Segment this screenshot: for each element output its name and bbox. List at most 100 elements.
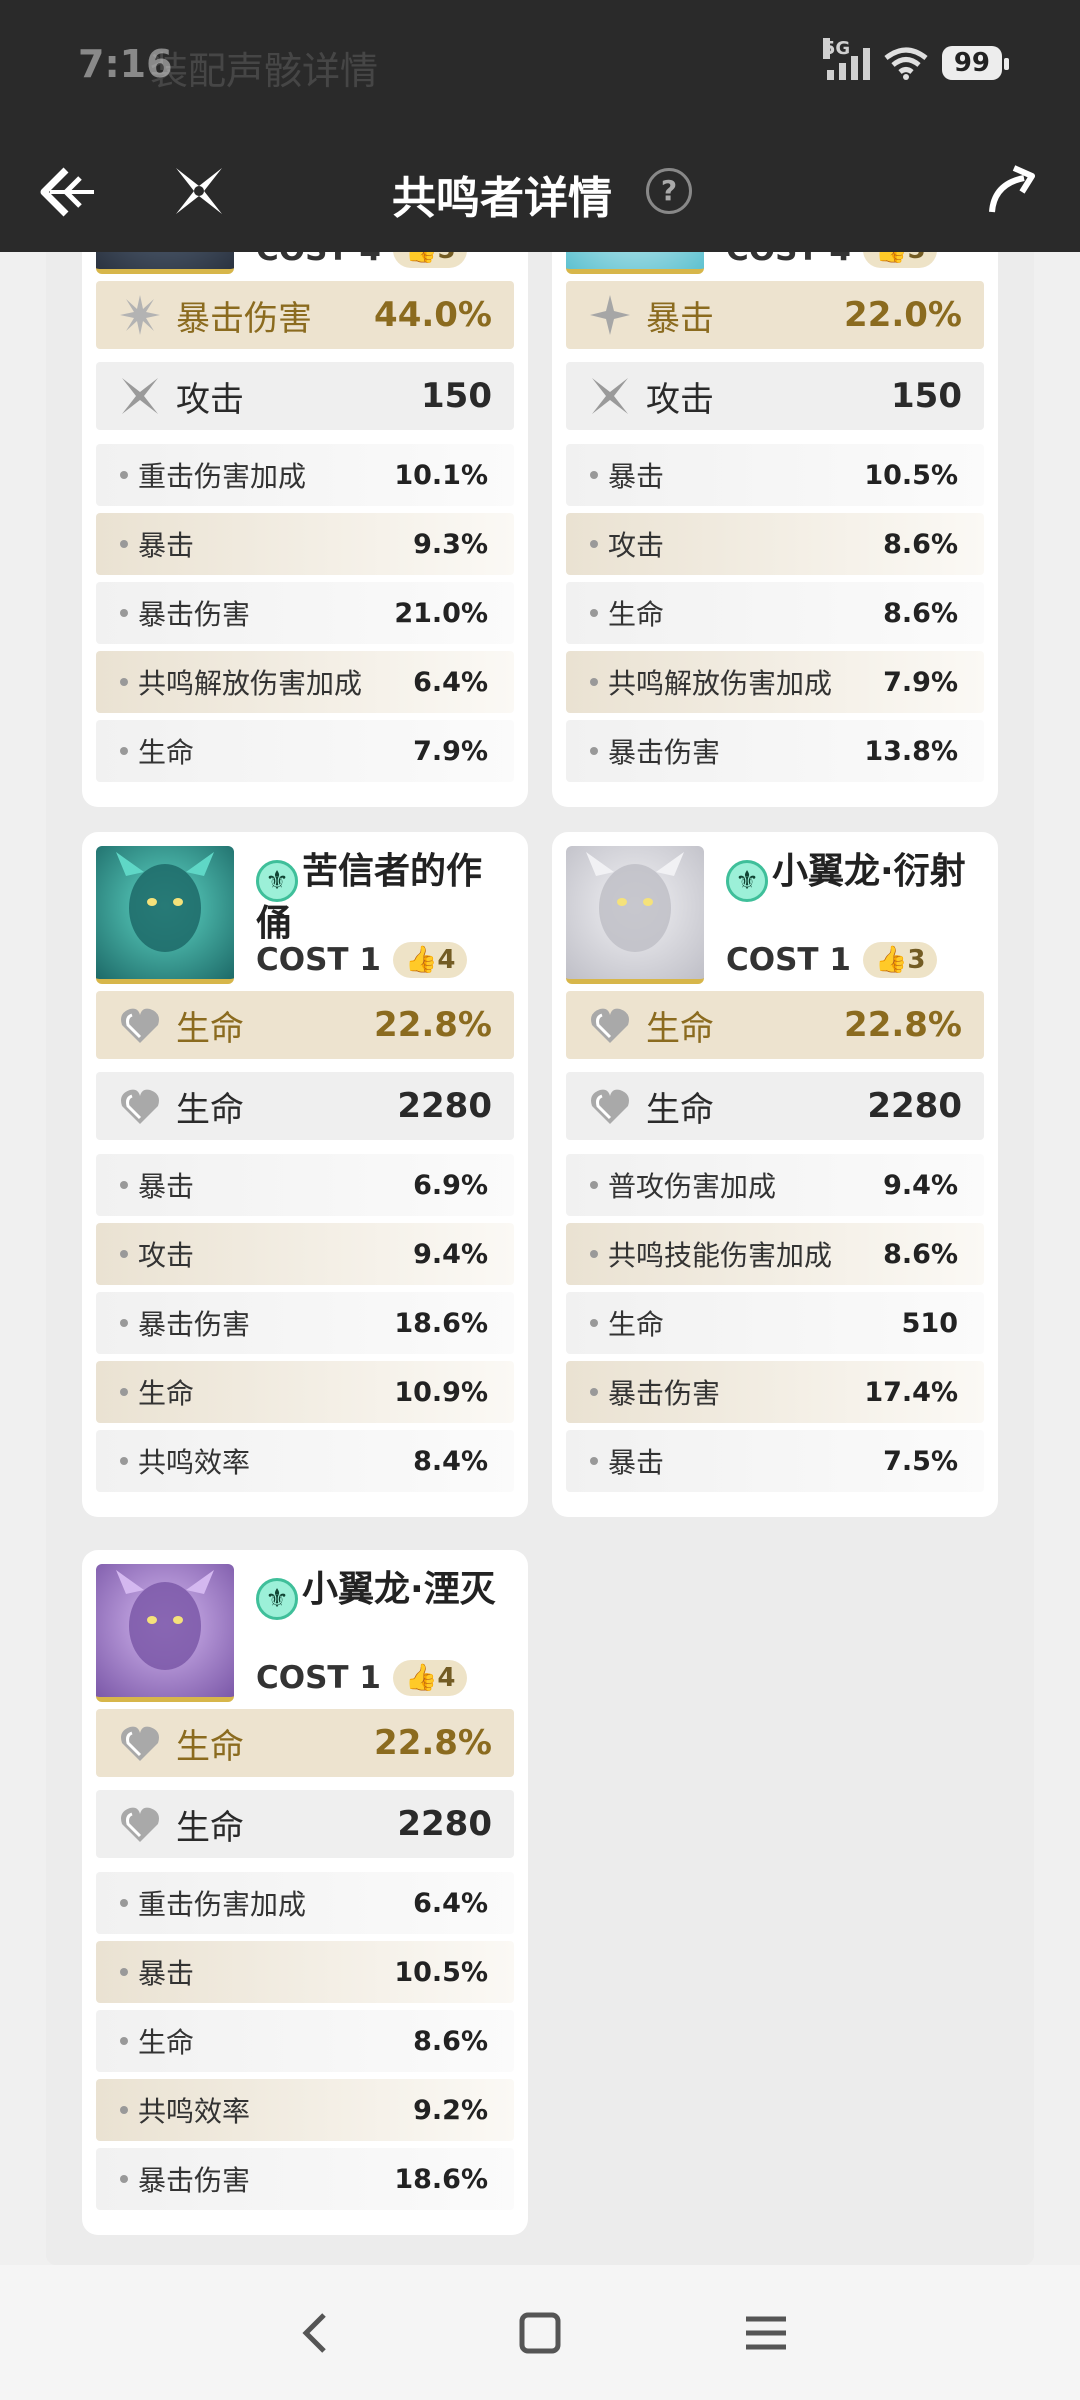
app-header: 7:16 装配声骸详情 5G 99 共鸣者详情 ? xyxy=(0,0,1080,252)
main-stat-value: 22.8% xyxy=(844,1005,962,1045)
sonata-set-icon: ⚜ xyxy=(256,860,298,902)
echo-cost: COST 1 xyxy=(256,942,381,978)
sub-stat-row: 暴击 10.5% xyxy=(96,1941,514,2003)
tune-icon: 👍 xyxy=(404,1663,438,1693)
sub-stat-value: 10.5% xyxy=(394,1956,488,1988)
hp-icon xyxy=(118,1721,162,1765)
secondary-stat-value: 2280 xyxy=(397,1086,492,1126)
secondary-stat-value: 2280 xyxy=(397,1804,492,1844)
echo-card[interactable]: ⚜ 苦信者的作俑 COST 1 👍4 生命 22.8% 生命 2280 暴击 6.9% 攻击 9.4%… xyxy=(82,832,528,1517)
sub-stat-row: 重击伤害加成 6.4% xyxy=(96,1872,514,1934)
game-logo-button[interactable] xyxy=(166,158,232,224)
page-title: 共鸣者详情 xyxy=(392,173,612,224)
sub-stat-value: 18.6% xyxy=(394,1307,488,1339)
sub-stat-row: 攻击 8.6% xyxy=(566,513,984,575)
tune-level-badge: 👍4 xyxy=(392,1660,468,1696)
cell-signal-icon: 5G xyxy=(822,38,870,80)
bullet-dot xyxy=(120,678,128,686)
sonata-set-icon: ⚜ xyxy=(726,860,768,902)
sub-stat-row: 共鸣技能伤害加成 8.6% xyxy=(566,1223,984,1285)
sub-stat-label: 生命 xyxy=(138,736,195,769)
bullet-dot xyxy=(590,1388,598,1396)
sub-stat-row: 暴击 7.5% xyxy=(566,1430,984,1492)
secondary-stat: 生命 2280 xyxy=(566,1072,984,1140)
echo-card[interactable]: ⚜ 小翼龙·衍射 COST 1 👍3 生命 22.8% 生命 2280 普攻伤害加成 9.4% 共鸣… xyxy=(552,832,998,1517)
sub-stat-label: 生命 xyxy=(608,1308,665,1341)
bullet-dot xyxy=(590,1250,598,1258)
share-button[interactable] xyxy=(984,162,1040,218)
nav-back-button[interactable] xyxy=(286,2303,346,2363)
main-stat-label: 生命 xyxy=(176,1726,244,1767)
echo-cost-row: COST 1 👍4 xyxy=(256,1660,468,1696)
network-type: 5G xyxy=(822,38,851,59)
sub-stat-label: 暴击 xyxy=(138,529,195,562)
main-stat-label: 生命 xyxy=(646,1008,714,1049)
sub-stat-value: 7.5% xyxy=(883,1445,958,1477)
sub-stat-row: 共鸣解放伤害加成 6.4% xyxy=(96,651,514,713)
sub-stat-row: 暴击伤害 17.4% xyxy=(566,1361,984,1423)
ghost-page-title: 装配声骸详情 xyxy=(150,49,379,93)
bullet-dot xyxy=(590,540,598,548)
sub-stat-row: 暴击 6.9% xyxy=(96,1154,514,1216)
sub-stat-label: 暴击伤害 xyxy=(608,736,721,769)
sub-stat-label: 攻击 xyxy=(608,529,665,562)
bullet-dot xyxy=(120,2175,128,2183)
nav-back-icon xyxy=(302,2313,326,2353)
main-stat-label: 暴击 xyxy=(646,298,714,339)
sub-stat-value: 6.9% xyxy=(413,1169,488,1201)
sub-stat-value: 8.6% xyxy=(883,597,958,629)
echo-card-header: ⚜ 苦信者的作俑 COST 1 👍4 xyxy=(96,846,514,986)
crit-icon xyxy=(588,293,632,337)
sub-stat-label: 生命 xyxy=(608,598,665,631)
bullet-dot xyxy=(120,540,128,548)
bullet-dot xyxy=(120,609,128,617)
echo-creature-icon xyxy=(116,852,214,952)
sub-stat-value: 13.8% xyxy=(864,735,958,767)
sub-stat-value: 18.6% xyxy=(394,2163,488,2195)
sub-stat-row: 共鸣解放伤害加成 7.9% xyxy=(566,651,984,713)
hp-icon xyxy=(588,1084,632,1128)
main-stat: 生命 22.8% xyxy=(96,991,514,1059)
back-button[interactable] xyxy=(36,160,100,224)
nav-menu-button[interactable] xyxy=(736,2303,796,2363)
sub-stat-label: 暴击 xyxy=(608,1446,665,1479)
echo-name-text: 小翼龙·湮灭 xyxy=(302,1569,496,1610)
sub-stat-label: 普攻伤害加成 xyxy=(608,1170,777,1203)
echo-card[interactable]: ⚜ 小翼龙·湮灭 COST 1 👍4 生命 22.8% 生命 2280 重击伤害加成 6.4% 暴击… xyxy=(82,1550,528,2235)
bullet-dot xyxy=(590,471,598,479)
secondary-stat-label: 攻击 xyxy=(176,379,244,420)
sub-stat-label: 共鸣技能伤害加成 xyxy=(608,1239,833,1272)
bullet-dot xyxy=(120,1250,128,1258)
sub-stat-label: 生命 xyxy=(138,2026,195,2059)
sonata-set-icon: ⚜ xyxy=(256,1578,298,1620)
secondary-stat: 生命 2280 xyxy=(96,1072,514,1140)
sub-stat-value: 6.4% xyxy=(413,666,488,698)
sub-stat-value: 6.4% xyxy=(413,1887,488,1919)
crit-damage-icon xyxy=(118,293,162,337)
help-button[interactable]: ? xyxy=(646,168,692,214)
bullet-dot xyxy=(590,1457,598,1465)
sub-stat-label: 暴击伤害 xyxy=(138,1308,251,1341)
echo-name-text: 小翼龙·衍射 xyxy=(772,851,966,892)
echo-card-header: ⚜ 小翼龙·衍射 COST 1 👍3 xyxy=(566,846,984,986)
sub-stat-label: 暴击 xyxy=(138,1170,195,1203)
secondary-stat-value: 150 xyxy=(891,376,962,416)
sub-stat-value: 9.3% xyxy=(413,528,488,560)
bullet-dot xyxy=(120,1319,128,1327)
sub-stat-label: 共鸣效率 xyxy=(138,2095,251,2128)
sub-stat-row: 共鸣效率 9.2% xyxy=(96,2079,514,2141)
sub-stat-row: 生命 8.6% xyxy=(96,2010,514,2072)
main-stat: 生命 22.8% xyxy=(96,1709,514,1777)
sub-stat-value: 8.6% xyxy=(883,528,958,560)
secondary-stat-value: 150 xyxy=(421,376,492,416)
nav-home-button[interactable] xyxy=(510,2303,570,2363)
bullet-dot xyxy=(120,471,128,479)
main-stat-value: 22.8% xyxy=(374,1723,492,1763)
attack-icon xyxy=(118,374,162,418)
sub-stat-row: 攻击 9.4% xyxy=(96,1223,514,1285)
sub-stat-row: 生命 8.6% xyxy=(566,582,984,644)
tune-level: 4 xyxy=(437,945,456,975)
main-stat: 暴击伤害 44.0% xyxy=(96,281,514,349)
hp-icon xyxy=(118,1802,162,1846)
bullet-dot xyxy=(120,1968,128,1976)
